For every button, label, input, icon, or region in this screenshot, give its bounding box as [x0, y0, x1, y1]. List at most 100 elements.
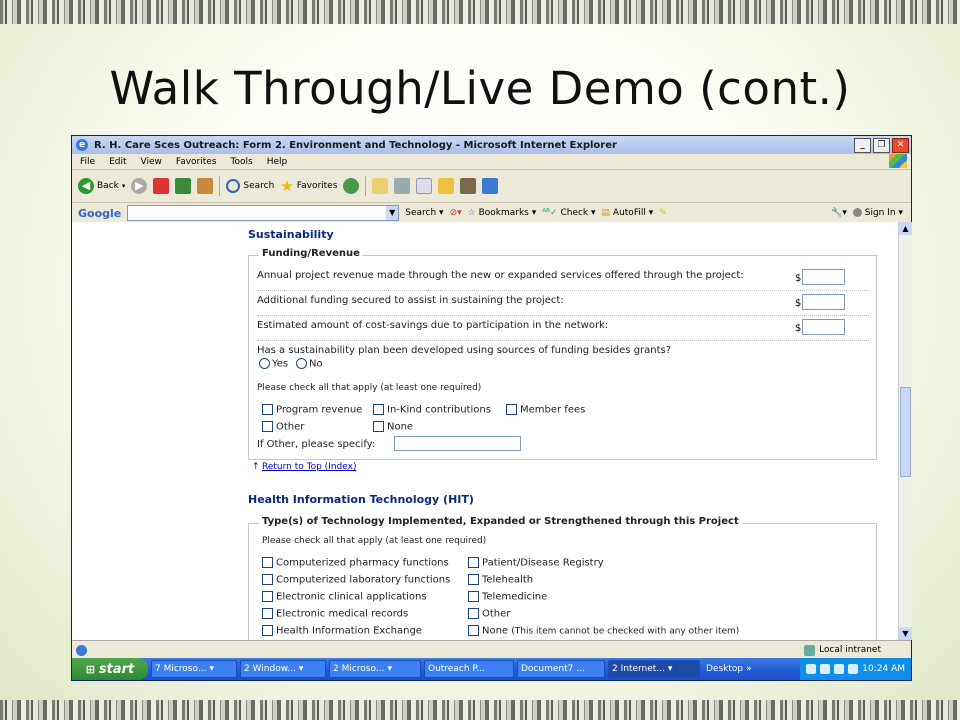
menu-tools[interactable]: Tools — [231, 157, 253, 167]
plan-yes-option[interactable]: Yes — [259, 358, 288, 370]
wrench-icon[interactable]: 🔧▾ — [831, 208, 847, 218]
favorites-button[interactable]: ★ Favorites — [280, 177, 337, 195]
desktop-toolbar[interactable]: Desktop » — [703, 661, 765, 677]
history-icon[interactable] — [343, 178, 360, 194]
plan-no-option[interactable]: No — [296, 358, 323, 370]
checkbox[interactable] — [506, 404, 517, 415]
tray-icon[interactable] — [848, 664, 859, 674]
tray-icon[interactable] — [806, 664, 817, 674]
menu-favorites[interactable]: Favorites — [176, 157, 217, 167]
hit-option-clinical[interactable]: Electronic clinical applications — [262, 591, 427, 603]
browser-window: e R. H. Care Sces Outreach: Form 2. Envi… — [71, 135, 912, 681]
popup-blocker-icon[interactable]: ⊘▾ — [450, 208, 462, 218]
bookmarks-button[interactable]: ☆ Bookmarks ▾ — [468, 208, 537, 218]
tray-icon[interactable] — [820, 664, 831, 674]
hit-option-pharmacy[interactable]: Computerized pharmacy functions — [262, 557, 449, 569]
dollar-sign: $ — [795, 323, 802, 334]
close-button[interactable]: ✕ — [892, 137, 909, 153]
checkbox[interactable] — [262, 608, 273, 619]
autofill-button[interactable]: ▤ AutoFill ▾ — [602, 208, 654, 218]
option-other[interactable]: Other — [262, 421, 304, 433]
checkbox[interactable] — [262, 625, 273, 636]
bottom-barcode-decoration — [0, 700, 960, 720]
task-windows[interactable]: 2 Window... ▾ — [240, 660, 326, 678]
checkbox[interactable] — [468, 557, 479, 568]
hit-option-hie[interactable]: Health Information Exchange — [262, 625, 422, 637]
menu-file[interactable]: File — [80, 157, 95, 167]
other-specify-input[interactable] — [394, 436, 521, 451]
checkbox[interactable] — [468, 625, 479, 636]
checkbox[interactable] — [262, 574, 273, 585]
hit-option-telemedicine[interactable]: Telemedicine — [468, 591, 547, 603]
slide-title: Walk Through/Live Demo (cont.) — [109, 62, 851, 115]
checkbox[interactable] — [468, 591, 479, 602]
stop-icon[interactable] — [153, 178, 170, 194]
menu-help[interactable]: Help — [267, 157, 288, 167]
hit-option-none[interactable]: None (This item cannot be checked with a… — [468, 625, 739, 637]
highlighter-icon[interactable]: ✎ — [659, 208, 667, 218]
research-icon[interactable] — [460, 178, 477, 194]
hit-option-telehealth[interactable]: Telehealth — [468, 574, 533, 586]
checkbox[interactable] — [373, 421, 384, 432]
messenger-icon[interactable] — [482, 178, 499, 194]
dropdown-arrow-icon[interactable]: ▼ — [386, 206, 399, 220]
task-document7[interactable]: Document7 ... — [517, 660, 605, 678]
hit-option-registry[interactable]: Patient/Disease Registry — [468, 557, 604, 569]
start-button[interactable]: ⊞ start — [72, 658, 148, 680]
hit-option-laboratory[interactable]: Computerized laboratory functions — [262, 574, 450, 586]
task-microsoft-2[interactable]: 2 Microso... ▾ — [329, 660, 421, 678]
checkbox[interactable] — [468, 608, 479, 619]
checkbox[interactable] — [373, 404, 384, 415]
minimize-button[interactable]: _ — [854, 137, 871, 153]
home-icon[interactable] — [197, 178, 214, 194]
scroll-up-button[interactable]: ▲ — [899, 222, 912, 235]
menu-view[interactable]: View — [141, 157, 162, 167]
option-in-kind[interactable]: In-Kind contributions — [373, 404, 491, 416]
menu-edit[interactable]: Edit — [109, 157, 126, 167]
annual-revenue-input[interactable] — [802, 269, 845, 285]
folder-icon[interactable] — [438, 178, 455, 194]
additional-funding-input[interactable] — [802, 294, 845, 310]
signin-button[interactable]: Sign In ▾ — [852, 208, 903, 218]
task-outreach[interactable]: Outreach P... — [424, 660, 514, 678]
checkbox[interactable] — [262, 591, 273, 602]
hit-heading: Health Information Technology (HIT) — [248, 493, 474, 506]
checkbox[interactable] — [468, 574, 479, 585]
task-internet[interactable]: 2 Internet... ▾ — [608, 660, 700, 678]
print-icon[interactable] — [394, 178, 411, 194]
option-program-revenue[interactable]: Program revenue — [262, 404, 362, 416]
cost-savings-input[interactable] — [802, 319, 845, 335]
back-button[interactable]: ◀ Back ▾ — [78, 178, 125, 194]
check-button[interactable]: ᴬᴮ✓ Check ▾ — [542, 208, 595, 218]
forward-button[interactable]: ▶ — [131, 178, 148, 194]
google-search-input[interactable]: ▼ — [127, 205, 400, 221]
refresh-icon[interactable] — [175, 178, 192, 194]
tray-icon[interactable] — [834, 664, 845, 674]
no-radio[interactable] — [296, 358, 307, 369]
scroll-down-button[interactable]: ▼ — [899, 627, 912, 640]
maximize-button[interactable]: ❐ — [873, 137, 890, 153]
star-icon: ★ — [280, 177, 294, 195]
search-button[interactable]: Search — [226, 179, 274, 193]
standard-toolbar: ◀ Back ▾ ▶ Search ★ Favorites — [72, 170, 911, 203]
google-logo: Google — [78, 206, 122, 220]
checkbox[interactable] — [262, 557, 273, 568]
return-to-top-link[interactable]: Return to Top (Index) — [262, 462, 356, 472]
mail-icon[interactable] — [372, 178, 389, 194]
edit-word-icon[interactable] — [416, 178, 433, 194]
zone-label: Local intranet — [819, 645, 881, 655]
checkbox[interactable] — [262, 421, 273, 432]
toolbar-separator — [219, 176, 221, 196]
q-sustainability-plan-label: Has a sustainability plan been developed… — [257, 345, 672, 356]
hit-option-emr[interactable]: Electronic medical records — [262, 608, 408, 620]
option-member-fees[interactable]: Member fees — [506, 404, 585, 416]
google-search-button[interactable]: Search ▾ — [405, 208, 443, 218]
task-microsoft-1[interactable]: 7 Microso... ▾ — [151, 660, 237, 678]
option-none[interactable]: None — [373, 421, 413, 433]
yes-radio[interactable] — [259, 358, 270, 369]
vertical-scrollbar[interactable]: ▲ ▼ — [898, 222, 912, 640]
system-tray: 10:24 AM — [800, 658, 911, 680]
scroll-thumb[interactable] — [900, 387, 911, 477]
checkbox[interactable] — [262, 404, 273, 415]
hit-option-other[interactable]: Other — [468, 608, 510, 620]
